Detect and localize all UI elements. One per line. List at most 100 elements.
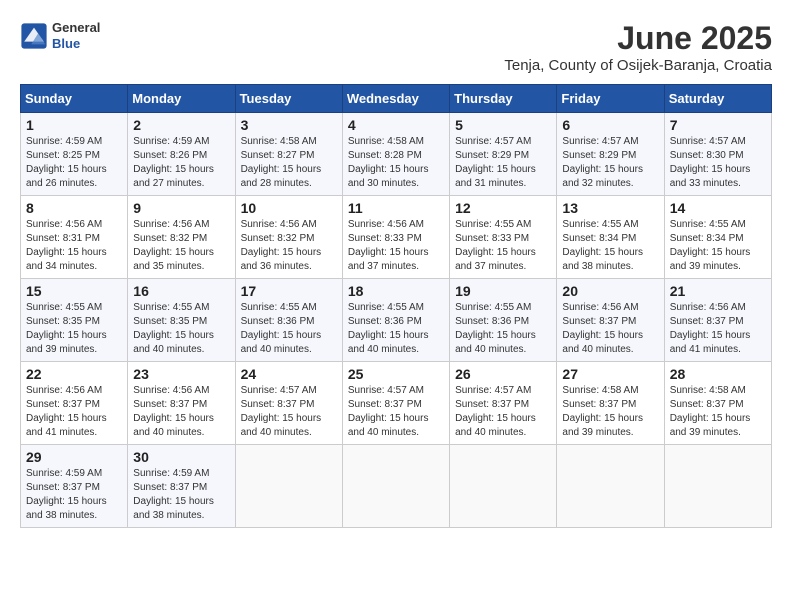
day-info: Sunrise: 4:55 AM Sunset: 8:36 PM Dayligh…	[241, 301, 337, 357]
calendar-cell: 18 Sunrise: 4:55 AM Sunset: 8:36 PM Dayl…	[342, 279, 449, 362]
calendar-cell	[235, 445, 342, 528]
calendar-cell	[664, 445, 771, 528]
weekday-header-wednesday: Wednesday	[342, 85, 449, 113]
calendar-header-row: SundayMondayTuesdayWednesdayThursdayFrid…	[21, 85, 772, 113]
calendar-cell: 20 Sunrise: 4:56 AM Sunset: 8:37 PM Dayl…	[557, 279, 664, 362]
day-info: Sunrise: 4:57 AM Sunset: 8:29 PM Dayligh…	[562, 135, 658, 191]
day-info: Sunrise: 4:56 AM Sunset: 8:31 PM Dayligh…	[26, 218, 122, 274]
day-number: 4	[348, 117, 444, 133]
calendar-cell: 30 Sunrise: 4:59 AM Sunset: 8:37 PM Dayl…	[128, 445, 235, 528]
day-info: Sunrise: 4:55 AM Sunset: 8:33 PM Dayligh…	[455, 218, 551, 274]
day-info: Sunrise: 4:58 AM Sunset: 8:37 PM Dayligh…	[562, 384, 658, 440]
calendar-cell: 19 Sunrise: 4:55 AM Sunset: 8:36 PM Dayl…	[450, 279, 557, 362]
day-info: Sunrise: 4:59 AM Sunset: 8:37 PM Dayligh…	[26, 467, 122, 523]
day-number: 29	[26, 449, 122, 465]
day-info: Sunrise: 4:57 AM Sunset: 8:29 PM Dayligh…	[455, 135, 551, 191]
calendar-cell: 12 Sunrise: 4:55 AM Sunset: 8:33 PM Dayl…	[450, 196, 557, 279]
day-number: 10	[241, 200, 337, 216]
day-number: 19	[455, 283, 551, 299]
day-info: Sunrise: 4:55 AM Sunset: 8:35 PM Dayligh…	[133, 301, 229, 357]
day-info: Sunrise: 4:56 AM Sunset: 8:32 PM Dayligh…	[241, 218, 337, 274]
day-info: Sunrise: 4:58 AM Sunset: 8:28 PM Dayligh…	[348, 135, 444, 191]
calendar-cell: 16 Sunrise: 4:55 AM Sunset: 8:35 PM Dayl…	[128, 279, 235, 362]
day-info: Sunrise: 4:56 AM Sunset: 8:37 PM Dayligh…	[133, 384, 229, 440]
day-number: 13	[562, 200, 658, 216]
day-info: Sunrise: 4:55 AM Sunset: 8:36 PM Dayligh…	[455, 301, 551, 357]
day-number: 1	[26, 117, 122, 133]
calendar-table: SundayMondayTuesdayWednesdayThursdayFrid…	[20, 84, 772, 528]
day-info: Sunrise: 4:59 AM Sunset: 8:37 PM Dayligh…	[133, 467, 229, 523]
calendar-cell: 5 Sunrise: 4:57 AM Sunset: 8:29 PM Dayli…	[450, 113, 557, 196]
weekday-header-friday: Friday	[557, 85, 664, 113]
logo-line1: General	[52, 20, 100, 36]
day-number: 9	[133, 200, 229, 216]
calendar-cell: 8 Sunrise: 4:56 AM Sunset: 8:31 PM Dayli…	[21, 196, 128, 279]
day-info: Sunrise: 4:58 AM Sunset: 8:37 PM Dayligh…	[670, 384, 766, 440]
day-info: Sunrise: 4:55 AM Sunset: 8:35 PM Dayligh…	[26, 301, 122, 357]
calendar-cell: 26 Sunrise: 4:57 AM Sunset: 8:37 PM Dayl…	[450, 362, 557, 445]
logo-line2: Blue	[52, 36, 100, 52]
calendar-cell	[342, 445, 449, 528]
day-number: 23	[133, 366, 229, 382]
calendar-cell: 10 Sunrise: 4:56 AM Sunset: 8:32 PM Dayl…	[235, 196, 342, 279]
calendar-week-4: 22 Sunrise: 4:56 AM Sunset: 8:37 PM Dayl…	[21, 362, 772, 445]
day-number: 17	[241, 283, 337, 299]
day-number: 27	[562, 366, 658, 382]
day-number: 16	[133, 283, 229, 299]
calendar-cell: 17 Sunrise: 4:55 AM Sunset: 8:36 PM Dayl…	[235, 279, 342, 362]
day-info: Sunrise: 4:56 AM Sunset: 8:37 PM Dayligh…	[670, 301, 766, 357]
calendar-cell: 29 Sunrise: 4:59 AM Sunset: 8:37 PM Dayl…	[21, 445, 128, 528]
calendar-cell: 24 Sunrise: 4:57 AM Sunset: 8:37 PM Dayl…	[235, 362, 342, 445]
day-info: Sunrise: 4:55 AM Sunset: 8:36 PM Dayligh…	[348, 301, 444, 357]
calendar-cell: 28 Sunrise: 4:58 AM Sunset: 8:37 PM Dayl…	[664, 362, 771, 445]
header: General Blue June 2025 Tenja, County of …	[20, 20, 772, 74]
calendar-cell: 3 Sunrise: 4:58 AM Sunset: 8:27 PM Dayli…	[235, 113, 342, 196]
day-info: Sunrise: 4:56 AM Sunset: 8:33 PM Dayligh…	[348, 218, 444, 274]
day-number: 26	[455, 366, 551, 382]
day-info: Sunrise: 4:56 AM Sunset: 8:37 PM Dayligh…	[562, 301, 658, 357]
day-info: Sunrise: 4:56 AM Sunset: 8:37 PM Dayligh…	[26, 384, 122, 440]
day-number: 12	[455, 200, 551, 216]
calendar-cell: 15 Sunrise: 4:55 AM Sunset: 8:35 PM Dayl…	[21, 279, 128, 362]
calendar-cell: 13 Sunrise: 4:55 AM Sunset: 8:34 PM Dayl…	[557, 196, 664, 279]
calendar-cell: 23 Sunrise: 4:56 AM Sunset: 8:37 PM Dayl…	[128, 362, 235, 445]
calendar-cell: 11 Sunrise: 4:56 AM Sunset: 8:33 PM Dayl…	[342, 196, 449, 279]
weekday-header-thursday: Thursday	[450, 85, 557, 113]
calendar-week-1: 1 Sunrise: 4:59 AM Sunset: 8:25 PM Dayli…	[21, 113, 772, 196]
calendar-cell: 4 Sunrise: 4:58 AM Sunset: 8:28 PM Dayli…	[342, 113, 449, 196]
calendar-cell: 6 Sunrise: 4:57 AM Sunset: 8:29 PM Dayli…	[557, 113, 664, 196]
calendar-cell: 25 Sunrise: 4:57 AM Sunset: 8:37 PM Dayl…	[342, 362, 449, 445]
calendar-body: 1 Sunrise: 4:59 AM Sunset: 8:25 PM Dayli…	[21, 113, 772, 528]
calendar-cell: 22 Sunrise: 4:56 AM Sunset: 8:37 PM Dayl…	[21, 362, 128, 445]
day-number: 22	[26, 366, 122, 382]
day-number: 15	[26, 283, 122, 299]
day-number: 2	[133, 117, 229, 133]
day-info: Sunrise: 4:58 AM Sunset: 8:27 PM Dayligh…	[241, 135, 337, 191]
day-number: 25	[348, 366, 444, 382]
day-info: Sunrise: 4:56 AM Sunset: 8:32 PM Dayligh…	[133, 218, 229, 274]
day-info: Sunrise: 4:55 AM Sunset: 8:34 PM Dayligh…	[670, 218, 766, 274]
day-number: 6	[562, 117, 658, 133]
day-number: 24	[241, 366, 337, 382]
weekday-header-sunday: Sunday	[21, 85, 128, 113]
calendar-cell: 27 Sunrise: 4:58 AM Sunset: 8:37 PM Dayl…	[557, 362, 664, 445]
day-info: Sunrise: 4:59 AM Sunset: 8:26 PM Dayligh…	[133, 135, 229, 191]
day-number: 18	[348, 283, 444, 299]
title-area: June 2025 Tenja, County of Osijek-Baranj…	[504, 20, 772, 74]
day-info: Sunrise: 4:57 AM Sunset: 8:37 PM Dayligh…	[455, 384, 551, 440]
calendar-week-3: 15 Sunrise: 4:55 AM Sunset: 8:35 PM Dayl…	[21, 279, 772, 362]
calendar-cell	[450, 445, 557, 528]
day-number: 8	[26, 200, 122, 216]
day-number: 20	[562, 283, 658, 299]
day-number: 5	[455, 117, 551, 133]
day-info: Sunrise: 4:59 AM Sunset: 8:25 PM Dayligh…	[26, 135, 122, 191]
day-info: Sunrise: 4:57 AM Sunset: 8:37 PM Dayligh…	[241, 384, 337, 440]
day-number: 11	[348, 200, 444, 216]
subtitle: Tenja, County of Osijek-Baranja, Croatia	[504, 57, 772, 74]
calendar-week-2: 8 Sunrise: 4:56 AM Sunset: 8:31 PM Dayli…	[21, 196, 772, 279]
weekday-header-monday: Monday	[128, 85, 235, 113]
day-info: Sunrise: 4:55 AM Sunset: 8:34 PM Dayligh…	[562, 218, 658, 274]
day-info: Sunrise: 4:57 AM Sunset: 8:30 PM Dayligh…	[670, 135, 766, 191]
day-number: 21	[670, 283, 766, 299]
main-title: June 2025	[504, 20, 772, 57]
